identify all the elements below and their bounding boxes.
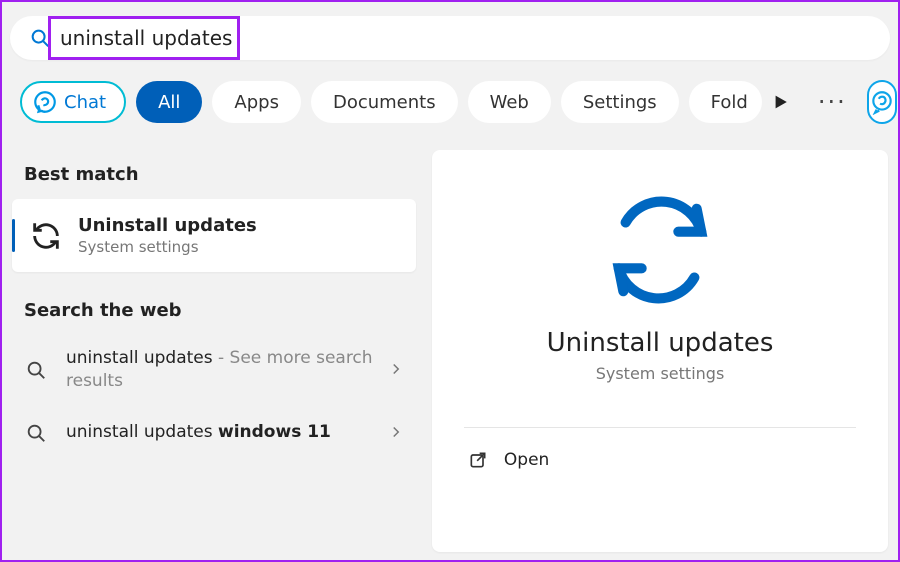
open-action[interactable]: Open	[464, 428, 856, 492]
tab-web[interactable]: Web	[468, 81, 551, 123]
tab-documents[interactable]: Documents	[311, 81, 458, 123]
sync-icon	[28, 218, 64, 254]
detail-pane: Uninstall updates System settings Open	[432, 150, 888, 552]
best-match-text: Uninstall updates System settings	[78, 215, 257, 256]
detail-title: Uninstall updates	[547, 328, 774, 358]
best-match-result[interactable]: Uninstall updates System settings	[12, 199, 416, 272]
chevron-right-icon	[390, 423, 406, 442]
tab-apps[interactable]: Apps	[212, 81, 301, 123]
search-icon	[20, 417, 52, 449]
tabs-scroll-right[interactable]	[774, 87, 790, 117]
chevron-right-icon	[390, 360, 406, 379]
web-result-0[interactable]: uninstall updates - See more search resu…	[10, 335, 418, 405]
chat-button[interactable]: Chat	[20, 81, 126, 123]
results-pane: Best match Uninstall updates System sett…	[10, 150, 418, 552]
tabs-overflow-menu[interactable]: ···	[808, 88, 857, 116]
sync-icon-large	[590, 190, 730, 310]
search-icon	[28, 26, 52, 50]
best-match-subtitle: System settings	[78, 238, 257, 256]
search-input[interactable]	[60, 26, 872, 50]
bing-chat-icon[interactable]	[867, 80, 897, 124]
filter-tabs: Chat All Apps Documents Web Settings Fol…	[20, 78, 884, 126]
open-label: Open	[504, 450, 549, 470]
web-result-text: uninstall updates windows 11	[66, 421, 376, 444]
web-result-text: uninstall updates - See more search resu…	[66, 347, 376, 393]
best-match-title: Uninstall updates	[78, 215, 257, 236]
tab-settings[interactable]: Settings	[561, 81, 679, 123]
tab-folders-truncated[interactable]: Fold	[689, 81, 762, 123]
detail-subtitle: System settings	[596, 364, 725, 383]
search-bar[interactable]	[10, 16, 890, 60]
search-icon	[20, 354, 52, 386]
search-web-header: Search the web	[10, 286, 418, 335]
chat-label: Chat	[64, 92, 106, 113]
best-match-header: Best match	[10, 150, 418, 199]
tab-all[interactable]: All	[136, 81, 202, 123]
web-result-1[interactable]: uninstall updates windows 11	[10, 405, 418, 461]
